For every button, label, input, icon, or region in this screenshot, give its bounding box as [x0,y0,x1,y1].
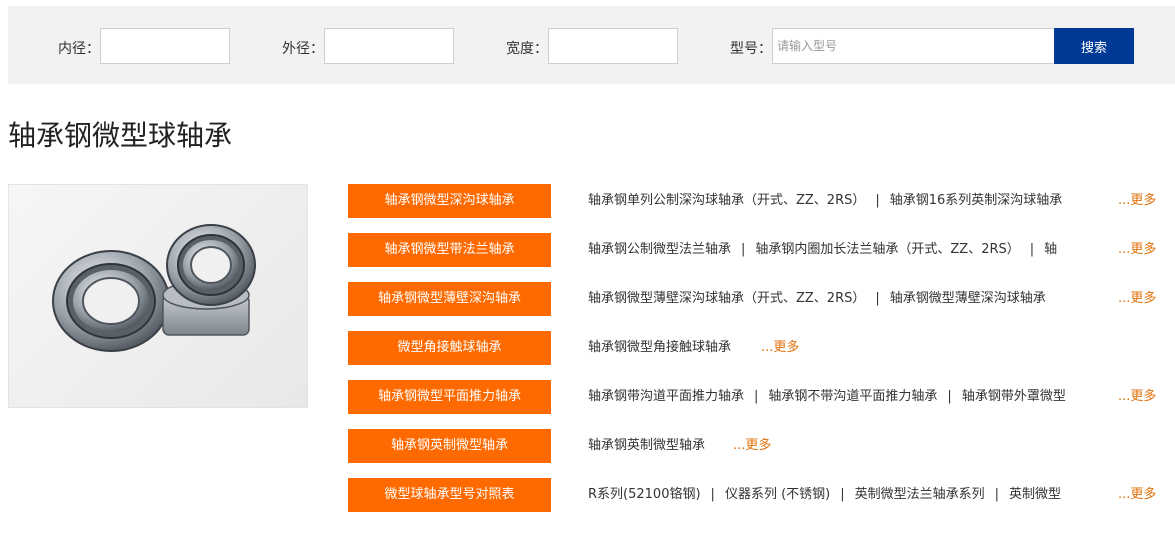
category-button[interactable]: 轴承钢微型带法兰轴承 [348,233,551,267]
width-label: 宽度： [506,41,548,57]
category-row: 轴承钢微型平面推力轴承 轴承钢带沟道平面推力轴承 | 轴承钢不带沟道平面推力轴承 | 轴承… [348,380,1175,414]
category-row: 轴承钢微型带法兰轴承 轴承钢公制微型法兰轴承 | 轴承钢内圈加长法兰轴承（开式、ZZ、… [348,233,1175,267]
category-links: 轴承钢微型薄壁深沟球轴承（开式、ZZ、2RS） | 轴承钢微型薄壁深沟球轴承 [588,282,1110,316]
more-link[interactable]: ...更多 [733,429,771,463]
outer-diameter-label: 外径： [282,41,324,57]
more-link[interactable]: ...更多 [1118,233,1156,267]
inner-diameter-label: 内径： [58,41,100,57]
link-separator: | [741,242,746,257]
more-link[interactable]: ...更多 [1118,380,1156,414]
subcategory-link[interactable]: 轴承钢微型角接触球轴承 [588,340,731,355]
search-button[interactable]: 搜索 [1054,28,1134,64]
category-row: 轴承钢微型薄壁深沟轴承 轴承钢微型薄壁深沟球轴承（开式、ZZ、2RS） | 轴承钢微型… [348,282,1175,316]
link-separator: | [1029,242,1035,257]
subcategory-link[interactable]: 英制微型 [1009,487,1061,502]
subcategory-link[interactable]: 轴承钢单列公制深沟球轴承（开式、ZZ、2RS） [588,193,865,208]
inner-diameter-input[interactable] [100,28,230,64]
category-links: 轴承钢英制微型轴承 [588,429,1110,463]
subcategory-link[interactable]: 轴承钢不带沟道平面推力轴承 [768,389,937,404]
category-links: 轴承钢单列公制深沟球轴承（开式、ZZ、2RS） | 轴承钢16系列英制深沟球轴承 [588,184,1110,218]
category-row: 微型角接触球轴承 轴承钢微型角接触球轴承 ...更多 [348,331,1175,365]
subcategory-link[interactable]: 轴承钢英制微型轴承 [588,438,705,453]
more-link[interactable]: ...更多 [1118,184,1156,218]
category-button[interactable]: 微型球轴承型号对照表 [348,478,551,512]
subcategory-link[interactable]: 轴承钢微型薄壁深沟球轴承 [890,291,1046,306]
model-input[interactable] [772,28,1055,64]
more-link[interactable]: ...更多 [1118,478,1156,512]
subcategory-link[interactable]: 轴承钢带沟道平面推力轴承 [588,389,744,404]
link-separator: | [710,487,715,502]
model-label: 型号： [730,41,772,57]
link-separator: | [994,487,1000,502]
category-button[interactable]: 轴承钢微型平面推力轴承 [348,380,551,414]
subcategory-link[interactable]: 轴承钢16系列英制深沟球轴承 [890,193,1063,208]
category-links: 轴承钢带沟道平面推力轴承 | 轴承钢不带沟道平面推力轴承 | 轴承钢带外罩微型 [588,380,1110,414]
bearing-photo-icon [52,224,256,352]
link-separator: | [840,487,845,502]
page-title: 轴承钢微型球轴承 [8,119,233,152]
width-input[interactable] [548,28,678,64]
outer-diameter-input[interactable] [324,28,454,64]
subcategory-link[interactable]: 轴承钢内圈加长法兰轴承（开式、ZZ、2RS） [755,242,1019,257]
subcategory-link[interactable]: 英制微型法兰轴承系列 [855,487,985,502]
link-separator: | [875,193,880,208]
subcategory-link[interactable]: 轴承钢公制微型法兰轴承 [588,242,731,257]
subcategory-link[interactable]: 轴承钢带外罩微型 [962,389,1066,404]
category-links: 轴承钢微型角接触球轴承 [588,331,1110,365]
link-separator: | [875,291,880,306]
subcategory-link[interactable]: R系列(52100铬钢) [588,487,701,502]
subcategory-link[interactable]: 轴 [1044,242,1057,257]
subcategory-link[interactable]: 仪器系列 (不锈钢) [725,487,830,502]
category-button[interactable]: 轴承钢微型深沟球轴承 [348,184,551,218]
category-button[interactable]: 微型角接触球轴承 [348,331,551,365]
link-separator: | [754,389,759,404]
category-row: 轴承钢英制微型轴承 轴承钢英制微型轴承 ...更多 [348,429,1175,463]
category-row: 微型球轴承型号对照表 R系列(52100铬钢) | 仪器系列 (不锈钢) | 英制微型法兰… [348,478,1175,512]
product-image [8,184,308,408]
subcategory-link[interactable]: 轴承钢微型薄壁深沟球轴承（开式、ZZ、2RS） [588,291,865,306]
more-link[interactable]: ...更多 [1118,282,1156,316]
category-button[interactable]: 轴承钢微型薄壁深沟轴承 [348,282,551,316]
more-link[interactable]: ...更多 [761,331,799,365]
category-links: R系列(52100铬钢) | 仪器系列 (不锈钢) | 英制微型法兰轴承系列 | 英制微型 [588,478,1110,512]
category-row: 轴承钢微型深沟球轴承 轴承钢单列公制深沟球轴承（开式、ZZ、2RS） | 轴承钢16系… [348,184,1175,218]
category-button[interactable]: 轴承钢英制微型轴承 [348,429,551,463]
link-separator: | [947,389,952,404]
category-links: 轴承钢公制微型法兰轴承 | 轴承钢内圈加长法兰轴承（开式、ZZ、2RS） | 轴 [588,233,1110,267]
